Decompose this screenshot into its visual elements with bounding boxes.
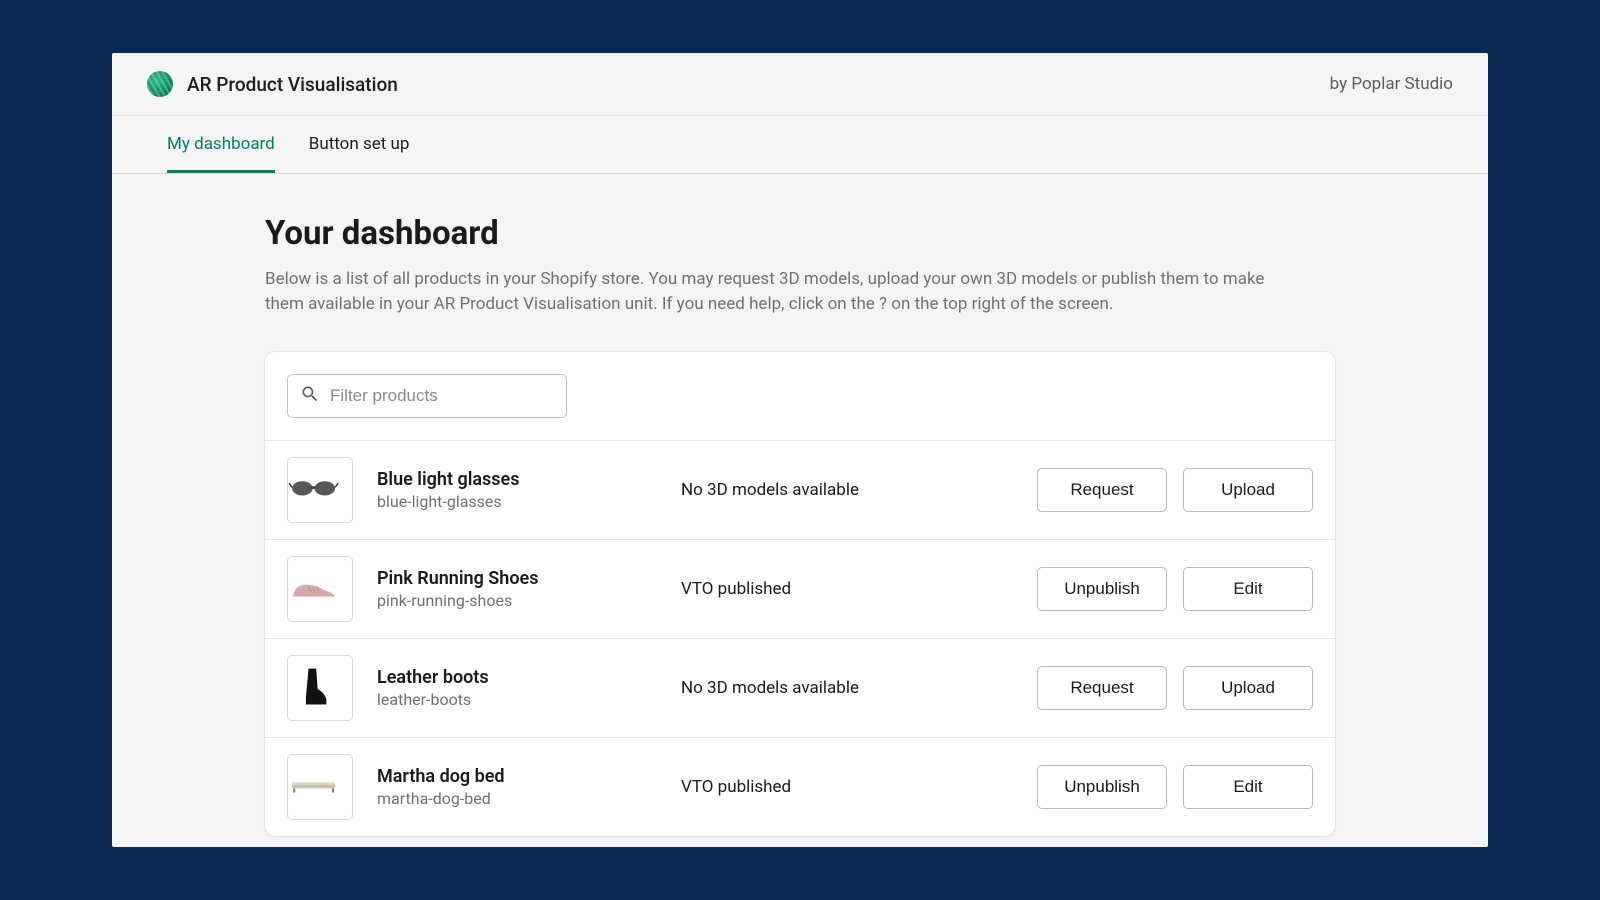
product-name-col: Blue light glasses blue-light-glasses	[377, 469, 657, 511]
filter-field[interactable]	[287, 374, 567, 418]
upload-button[interactable]: Upload	[1183, 468, 1313, 512]
filter-wrap	[265, 374, 1335, 440]
tab-label: Button set up	[309, 134, 410, 154]
product-thumb	[287, 655, 353, 721]
page-title: Your dashboard	[265, 214, 1335, 253]
app-window: AR Product Visualisation by Poplar Studi…	[112, 53, 1488, 847]
boot-icon	[288, 661, 352, 716]
filter-input[interactable]	[330, 386, 554, 406]
product-actions: Unpublish Edit	[1037, 567, 1313, 611]
content-inner: Your dashboard Below is a list of all pr…	[265, 214, 1335, 836]
product-status: VTO published	[681, 579, 1013, 599]
dog-bed-icon	[288, 770, 352, 805]
unpublish-button[interactable]: Unpublish	[1037, 765, 1167, 809]
product-thumb	[287, 457, 353, 523]
app-logo-icon	[147, 71, 173, 97]
product-thumb	[287, 556, 353, 622]
header: AR Product Visualisation by Poplar Studi…	[112, 53, 1488, 116]
product-row: Blue light glasses blue-light-glasses No…	[265, 440, 1335, 539]
glasses-icon	[288, 473, 352, 508]
edit-button[interactable]: Edit	[1183, 765, 1313, 809]
tab-my-dashboard[interactable]: My dashboard	[167, 116, 275, 173]
product-name-col: Leather boots leather-boots	[377, 667, 657, 709]
product-row: Leather boots leather-boots No 3D models…	[265, 638, 1335, 737]
product-name: Blue light glasses	[377, 469, 657, 490]
tabs: My dashboard Button set up	[112, 116, 1488, 174]
product-slug: pink-running-shoes	[377, 591, 657, 610]
product-row: Pink Running Shoes pink-running-shoes VT…	[265, 539, 1335, 638]
request-button[interactable]: Request	[1037, 666, 1167, 710]
product-actions: Request Upload	[1037, 468, 1313, 512]
product-name-col: Pink Running Shoes pink-running-shoes	[377, 568, 657, 610]
content: Your dashboard Below is a list of all pr…	[112, 174, 1488, 847]
byline: by Poplar Studio	[1330, 74, 1453, 94]
product-status: No 3D models available	[681, 678, 1013, 698]
request-button[interactable]: Request	[1037, 468, 1167, 512]
product-name: Leather boots	[377, 667, 657, 688]
product-slug: leather-boots	[377, 690, 657, 709]
upload-button[interactable]: Upload	[1183, 666, 1313, 710]
product-status: VTO published	[681, 777, 1013, 797]
product-slug: martha-dog-bed	[377, 789, 657, 808]
product-actions: Unpublish Edit	[1037, 765, 1313, 809]
header-left: AR Product Visualisation	[147, 71, 398, 97]
page-description: Below is a list of all products in your …	[265, 267, 1285, 316]
product-name: Martha dog bed	[377, 766, 657, 787]
product-row: Martha dog bed martha-dog-bed VTO publis…	[265, 737, 1335, 836]
edit-button[interactable]: Edit	[1183, 567, 1313, 611]
unpublish-button[interactable]: Unpublish	[1037, 567, 1167, 611]
product-name-col: Martha dog bed martha-dog-bed	[377, 766, 657, 808]
product-status: No 3D models available	[681, 480, 1013, 500]
app-title: AR Product Visualisation	[187, 73, 398, 96]
tab-label: My dashboard	[167, 134, 275, 154]
product-slug: blue-light-glasses	[377, 492, 657, 511]
search-icon	[300, 384, 320, 408]
products-card: Blue light glasses blue-light-glasses No…	[265, 352, 1335, 836]
product-thumb	[287, 754, 353, 820]
pink-shoe-icon	[288, 572, 352, 607]
product-name: Pink Running Shoes	[377, 568, 657, 589]
tab-button-set-up[interactable]: Button set up	[309, 116, 410, 173]
product-actions: Request Upload	[1037, 666, 1313, 710]
